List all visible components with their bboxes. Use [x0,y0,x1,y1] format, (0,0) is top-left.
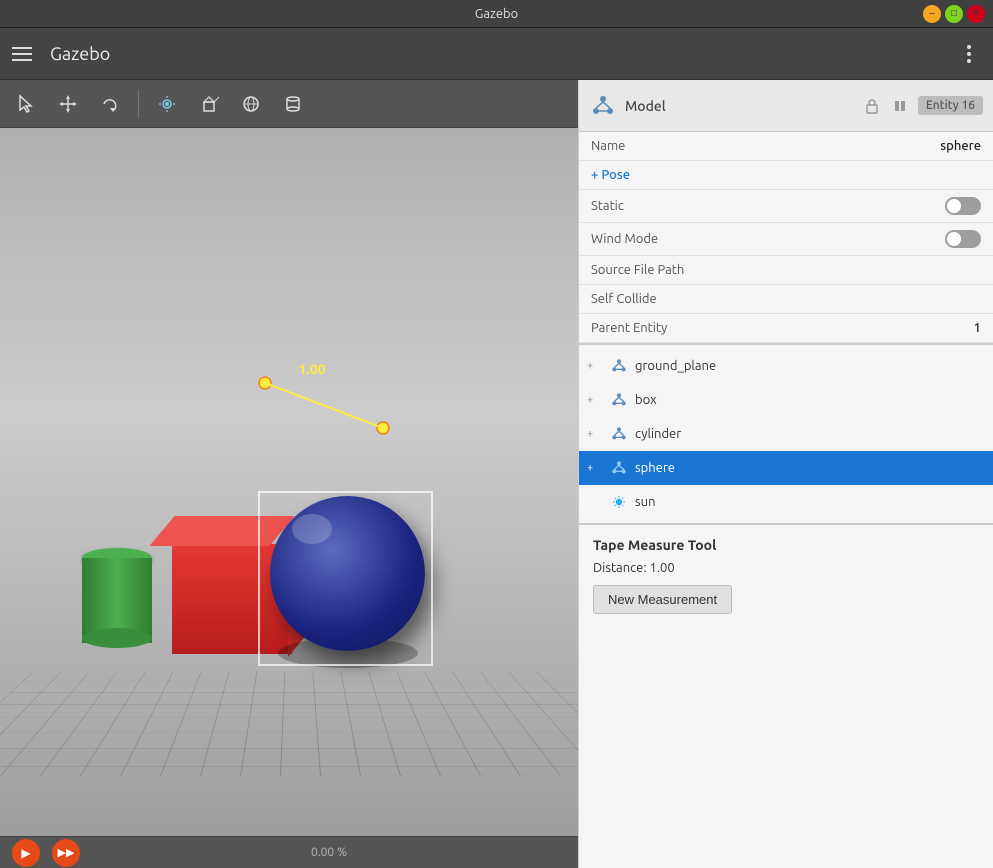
model-label: Model [625,98,854,114]
prop-selfcollide: Self Collide [579,285,993,314]
app-menu-icon[interactable] [957,42,981,66]
light-icon [609,492,629,512]
prop-pose[interactable]: Pose [579,161,993,190]
prop-source: Source File Path [579,256,993,285]
properties-section: Name sphere Pose Static Wind Mod [579,132,993,343]
titlebar-controls: – □ ✕ [923,5,985,23]
maximize-button[interactable]: □ [945,5,963,23]
sphere-tool[interactable] [233,86,269,122]
new-measurement-button[interactable]: New Measurement [593,585,732,614]
tree-expand-icon: + [587,428,603,440]
tree-item-sun[interactable]: sun [579,485,993,519]
box-tool[interactable] [191,86,227,122]
tree-model-icon [609,390,629,410]
prop-val-selfcollide [807,285,993,314]
model-header: Model Entity 16 [579,80,993,132]
app-header: Gazebo [0,28,993,80]
tree-model-icon [609,458,629,478]
prop-name: Name sphere [579,132,993,161]
tree-item-ground-plane[interactable]: + ground_plane [579,349,993,383]
prop-key-wind: Wind Mode [579,223,807,256]
tree-item-sphere[interactable]: + sphere [579,451,993,485]
main-layout: 1.00 ▶ ▶▶ 0.00 % [0,80,993,868]
close-button[interactable]: ✕ [967,5,985,23]
hamburger-line [12,53,32,55]
properties-table: Name sphere Pose Static Wind Mod [579,132,993,343]
tree-label: sun [635,495,656,509]
prop-key-static: Static [579,190,807,223]
tree-model-icon [609,424,629,444]
status-bar: ▶ ▶▶ 0.00 % [0,836,578,868]
viewport: 1.00 ▶ ▶▶ 0.00 % [0,80,578,868]
tree-model-icon [609,356,629,376]
prop-val-wind[interactable] [807,223,993,256]
prop-val-parent: 1 [807,314,993,343]
green-cylinder[interactable] [82,548,152,648]
prop-static: Static [579,190,993,223]
grid-floor [0,671,578,776]
pause-icon[interactable] [890,96,910,116]
rotate-tool[interactable] [92,86,128,122]
tree-item-cylinder[interactable]: + cylinder [579,417,993,451]
tree-label: box [635,393,657,407]
lock-icon[interactable] [862,96,882,116]
prop-parent: Parent Entity 1 [579,314,993,343]
select-tool[interactable] [8,86,44,122]
tree-expand-icon: + [587,462,603,474]
entity-badge: Entity 16 [918,96,983,115]
model-icon [589,92,617,120]
scene[interactable]: 1.00 [0,128,578,836]
status-center: 0.00 % [92,846,566,859]
prop-key-selfcollide: Self Collide [579,285,807,314]
measure-label: 1.00 [298,361,325,377]
prop-val-static[interactable] [807,190,993,223]
blue-sphere[interactable] [270,496,430,656]
tree-expand-icon: + [587,394,603,406]
prop-wind: Wind Mode [579,223,993,256]
tree-label: sphere [635,461,675,475]
prop-val-name: sphere [807,132,993,161]
tree-item-box[interactable]: + box [579,383,993,417]
step-button[interactable]: ▶▶ [52,839,80,867]
scene-tree: + ground_plane + box + cylinder [579,343,993,523]
toolbar-separator [138,90,139,118]
prop-key-source: Source File Path [579,256,807,285]
hamburger-menu[interactable] [12,42,36,66]
tape-distance: Distance: 1.00 [593,561,979,575]
prop-val-source [807,256,993,285]
static-toggle[interactable] [945,197,981,215]
tape-tool-title: Tape Measure Tool [593,537,979,553]
app-title: Gazebo [50,44,957,64]
prop-key-pose: Pose [579,161,807,190]
minimize-button[interactable]: – [923,5,941,23]
prop-key-parent: Parent Entity [579,314,807,343]
cylinder-tool[interactable] [275,86,311,122]
titlebar-title: Gazebo [475,7,519,21]
prop-key-name: Name [579,132,807,161]
zoom-display: 0.00 % [311,846,347,859]
tree-expand-icon: + [587,360,603,372]
hamburger-line [12,47,32,49]
translate-tool[interactable] [50,86,86,122]
prop-val-pose [807,161,993,190]
tree-label: ground_plane [635,359,716,373]
toolbar [0,80,578,128]
tree-label: cylinder [635,427,681,441]
wind-toggle[interactable] [945,230,981,248]
tape-measure-tool: Tape Measure Tool Distance: 1.00 New Mea… [579,523,993,626]
right-panel: Model Entity 16 Name sphere Pose [578,80,993,868]
titlebar: Gazebo – □ ✕ [0,0,993,28]
hamburger-line [12,59,32,61]
lights-tool[interactable] [149,86,185,122]
play-button[interactable]: ▶ [12,839,40,867]
